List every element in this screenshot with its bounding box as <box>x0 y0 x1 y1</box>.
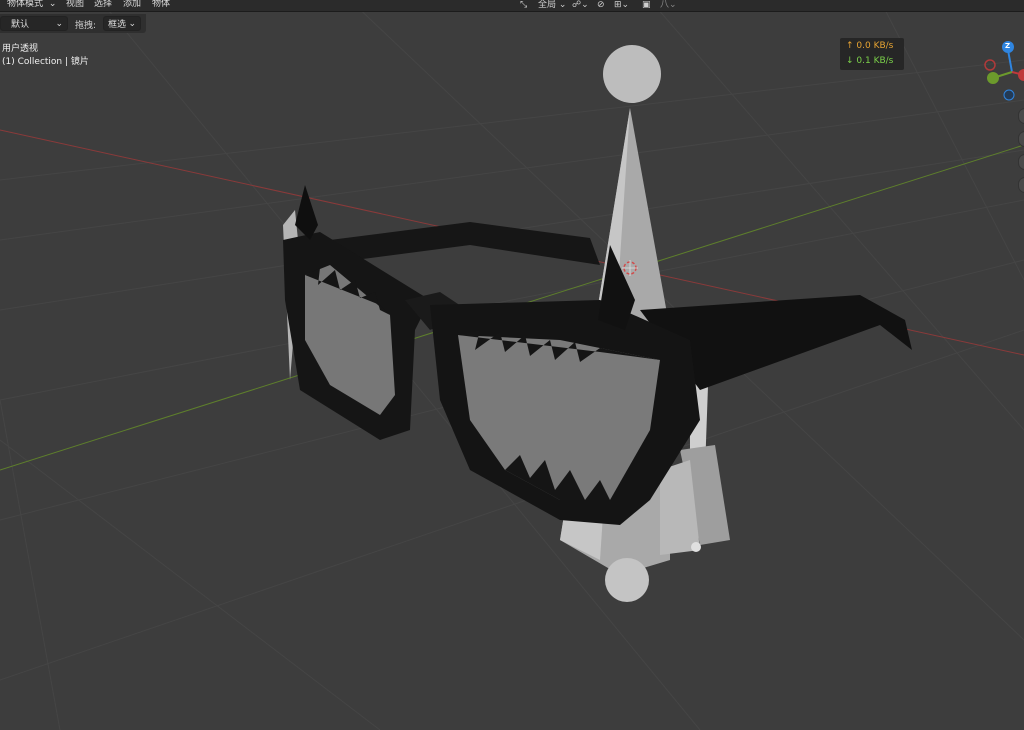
proportional-icon[interactable]: ⊞⌄ <box>614 0 629 11</box>
upload-speed: ↑ 0.0 KB/s <box>846 41 894 51</box>
viewport-header: 物体模式 ⌄ 视图 选择 添加 物体 ⤡ 全局 ⌄ ☍⌄ ⊘ ⊞⌄ ▣ 八⌄ <box>0 0 1024 12</box>
menu-select[interactable]: 选择 <box>94 0 112 9</box>
drag-mode-dropdown[interactable]: 框选 ⌄ <box>103 16 141 31</box>
snap-icon[interactable]: ⊘ <box>597 0 605 11</box>
drag-value: 框选 <box>108 20 127 30</box>
network-speed-widget: ↑ 0.0 KB/s ↓ 0.1 KB/s <box>840 38 904 70</box>
orientation-value: 默认 <box>11 20 30 30</box>
menu-object[interactable]: 物体 <box>152 0 170 9</box>
orientation-icon[interactable]: ⤡ <box>520 0 527 11</box>
glasses-object[interactable] <box>283 185 912 525</box>
gizmo-y-axis[interactable] <box>987 72 999 84</box>
perspective-toggle-button[interactable] <box>1018 177 1024 193</box>
chevron-down-icon: ⌄ <box>128 18 136 29</box>
shading-icon[interactable]: 八⌄ <box>660 0 677 11</box>
orientation-label: 全局 <box>538 0 557 10</box>
drag-label: 拖拽: <box>75 21 97 31</box>
gizmo-x-axis[interactable] <box>1018 69 1024 81</box>
menu-add[interactable]: 添加 <box>123 0 141 9</box>
mode-label: 物体模式 <box>7 0 44 9</box>
zoom-button[interactable] <box>1018 108 1024 124</box>
pivot-icon[interactable]: ☍⌄ <box>572 0 589 11</box>
menu-view[interactable]: 视图 <box>66 0 84 9</box>
chevron-down-icon: ⌄ <box>55 18 63 29</box>
overlay-icon[interactable]: ▣ <box>642 0 651 11</box>
chevron-down-icon: ⌄ <box>48 0 57 9</box>
collection-info: (1) Collection | 镜片 <box>2 57 89 67</box>
gizmo-neg-x-axis[interactable] <box>984 59 996 71</box>
view-name: 用户透视 <box>2 44 39 54</box>
download-speed: ↓ 0.1 KB/s <box>846 56 894 66</box>
viewport-3d[interactable] <box>0 0 1024 730</box>
mode-dropdown[interactable]: 物体模式 ⌄ <box>0 0 56 9</box>
gizmo-z-label: Z <box>1005 42 1011 50</box>
transform-orientation-dropdown[interactable]: 默认 ⌄ <box>0 16 68 31</box>
orientation-dropdown[interactable]: 全局 ⌄ <box>538 0 566 11</box>
gizmo-neg-z-axis[interactable] <box>1003 89 1015 101</box>
camera-view-button[interactable] <box>1018 154 1024 170</box>
pan-button[interactable] <box>1018 131 1024 147</box>
